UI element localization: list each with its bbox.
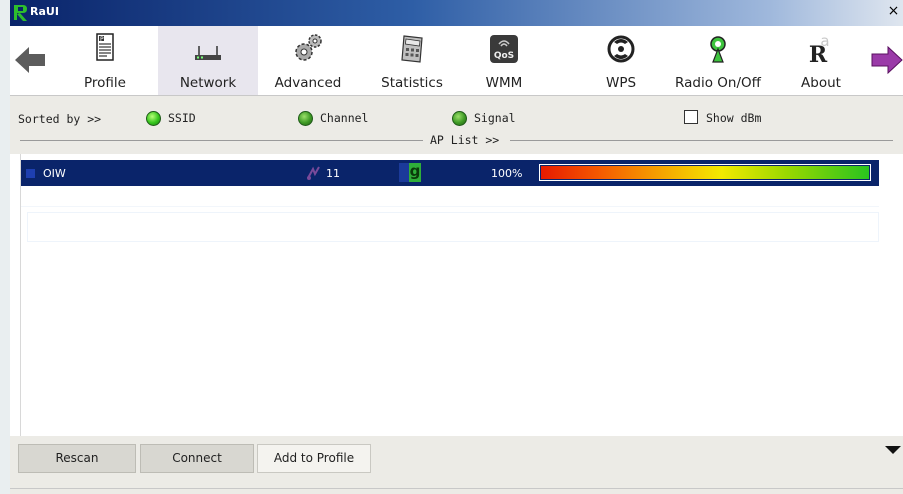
ap-list-divider-right bbox=[510, 140, 893, 141]
toolbar-about-button[interactable]: a R About bbox=[794, 26, 848, 95]
svg-text:P: P bbox=[100, 36, 104, 43]
toolbar: P Profile Network Advanced Statistics Qo… bbox=[10, 26, 903, 96]
ap-list-row[interactable]: OIW 11 g 100% bbox=[21, 160, 879, 186]
ap-ssid: OIW bbox=[43, 167, 66, 180]
toolbar-wps-button[interactable]: WPS bbox=[596, 26, 646, 95]
qos-icon-text: QoS bbox=[494, 51, 514, 61]
signal-strength-bar bbox=[539, 164, 871, 181]
radio-icon-signal bbox=[452, 111, 467, 126]
back-arrow-icon[interactable] bbox=[13, 43, 47, 77]
toolbar-wps-label: WPS bbox=[605, 75, 637, 91]
toolbar-network-button[interactable]: Network bbox=[158, 26, 258, 95]
toolbar-network-label: Network bbox=[179, 75, 237, 91]
sort-ssid-label: SSID bbox=[168, 111, 196, 125]
title-bar[interactable]: RaUI × bbox=[10, 0, 903, 26]
connect-button[interactable]: Connect bbox=[140, 444, 254, 473]
add-to-profile-button[interactable]: Add to Profile bbox=[257, 444, 371, 473]
bottom-bar: Rescan Connect Add to Profile bbox=[10, 436, 903, 494]
sorted-by-label: Sorted by >> bbox=[18, 112, 102, 126]
toolbar-advanced-button[interactable]: Advanced bbox=[266, 26, 350, 95]
toolbar-radio-label: Radio On/Off bbox=[675, 75, 761, 91]
radio-icon-channel bbox=[298, 111, 313, 126]
window-title: RaUI bbox=[30, 5, 59, 18]
router-icon bbox=[195, 46, 221, 60]
show-dbm-label: Show dBm bbox=[706, 111, 762, 125]
signal-strength-fill bbox=[541, 166, 869, 179]
toolbar-profile-label: Profile bbox=[84, 75, 126, 91]
toolbar-wmm-button[interactable]: QoS WMM bbox=[472, 26, 536, 95]
ap-signal: 100% bbox=[491, 167, 523, 180]
toolbar-statistics-label: Statistics bbox=[381, 75, 443, 91]
list-divider bbox=[21, 206, 879, 207]
ap-list-label: AP List >> bbox=[430, 133, 500, 147]
sort-bar: Sorted by >> SSID Channel Signal Show dB… bbox=[10, 96, 903, 154]
radio-icon bbox=[710, 36, 726, 63]
mode-b-icon bbox=[399, 163, 409, 182]
rescan-button[interactable]: Rescan bbox=[18, 444, 136, 473]
close-button[interactable]: × bbox=[886, 4, 901, 19]
wps-icon bbox=[607, 35, 635, 63]
ap-list-divider-left bbox=[20, 140, 423, 141]
sort-signal-label: Signal bbox=[474, 111, 516, 125]
channel-antenna-icon bbox=[307, 166, 320, 180]
network-icon bbox=[26, 169, 35, 178]
ap-list-header: AP List >> bbox=[10, 133, 903, 147]
calculator-icon bbox=[401, 35, 423, 63]
radio-selected-icon bbox=[146, 111, 161, 126]
toolbar-profile-button[interactable]: P Profile bbox=[70, 26, 140, 95]
ap-list: OIW 11 g 100% bbox=[20, 154, 886, 436]
list-scroll-area bbox=[885, 154, 903, 436]
about-icon-text: R bbox=[809, 42, 828, 66]
toolbar-radio-button[interactable]: Radio On/Off bbox=[666, 26, 770, 95]
toolbar-statistics-button[interactable]: Statistics bbox=[370, 26, 454, 95]
gears-icon bbox=[295, 34, 322, 61]
toolbar-about-label: About bbox=[801, 75, 841, 91]
app-icon bbox=[14, 5, 27, 21]
toolbar-advanced-label: Advanced bbox=[274, 75, 342, 91]
raui-window: RaUI × P Profile Network Advanced Statis… bbox=[10, 0, 903, 494]
empty-list-row bbox=[27, 212, 879, 242]
bottom-divider bbox=[10, 488, 903, 489]
qos-icon: QoS bbox=[490, 35, 518, 63]
show-dbm-checkbox[interactable] bbox=[684, 110, 698, 124]
mode-g-icon: g bbox=[409, 162, 421, 182]
scroll-down-icon[interactable] bbox=[885, 446, 901, 454]
ap-channel: 11 bbox=[326, 167, 340, 180]
forward-arrow-icon[interactable] bbox=[870, 43, 903, 77]
profile-icon: P bbox=[96, 33, 114, 61]
sort-channel-label: Channel bbox=[320, 111, 369, 125]
about-icon: a R bbox=[809, 32, 830, 66]
toolbar-wmm-label: WMM bbox=[485, 75, 523, 91]
